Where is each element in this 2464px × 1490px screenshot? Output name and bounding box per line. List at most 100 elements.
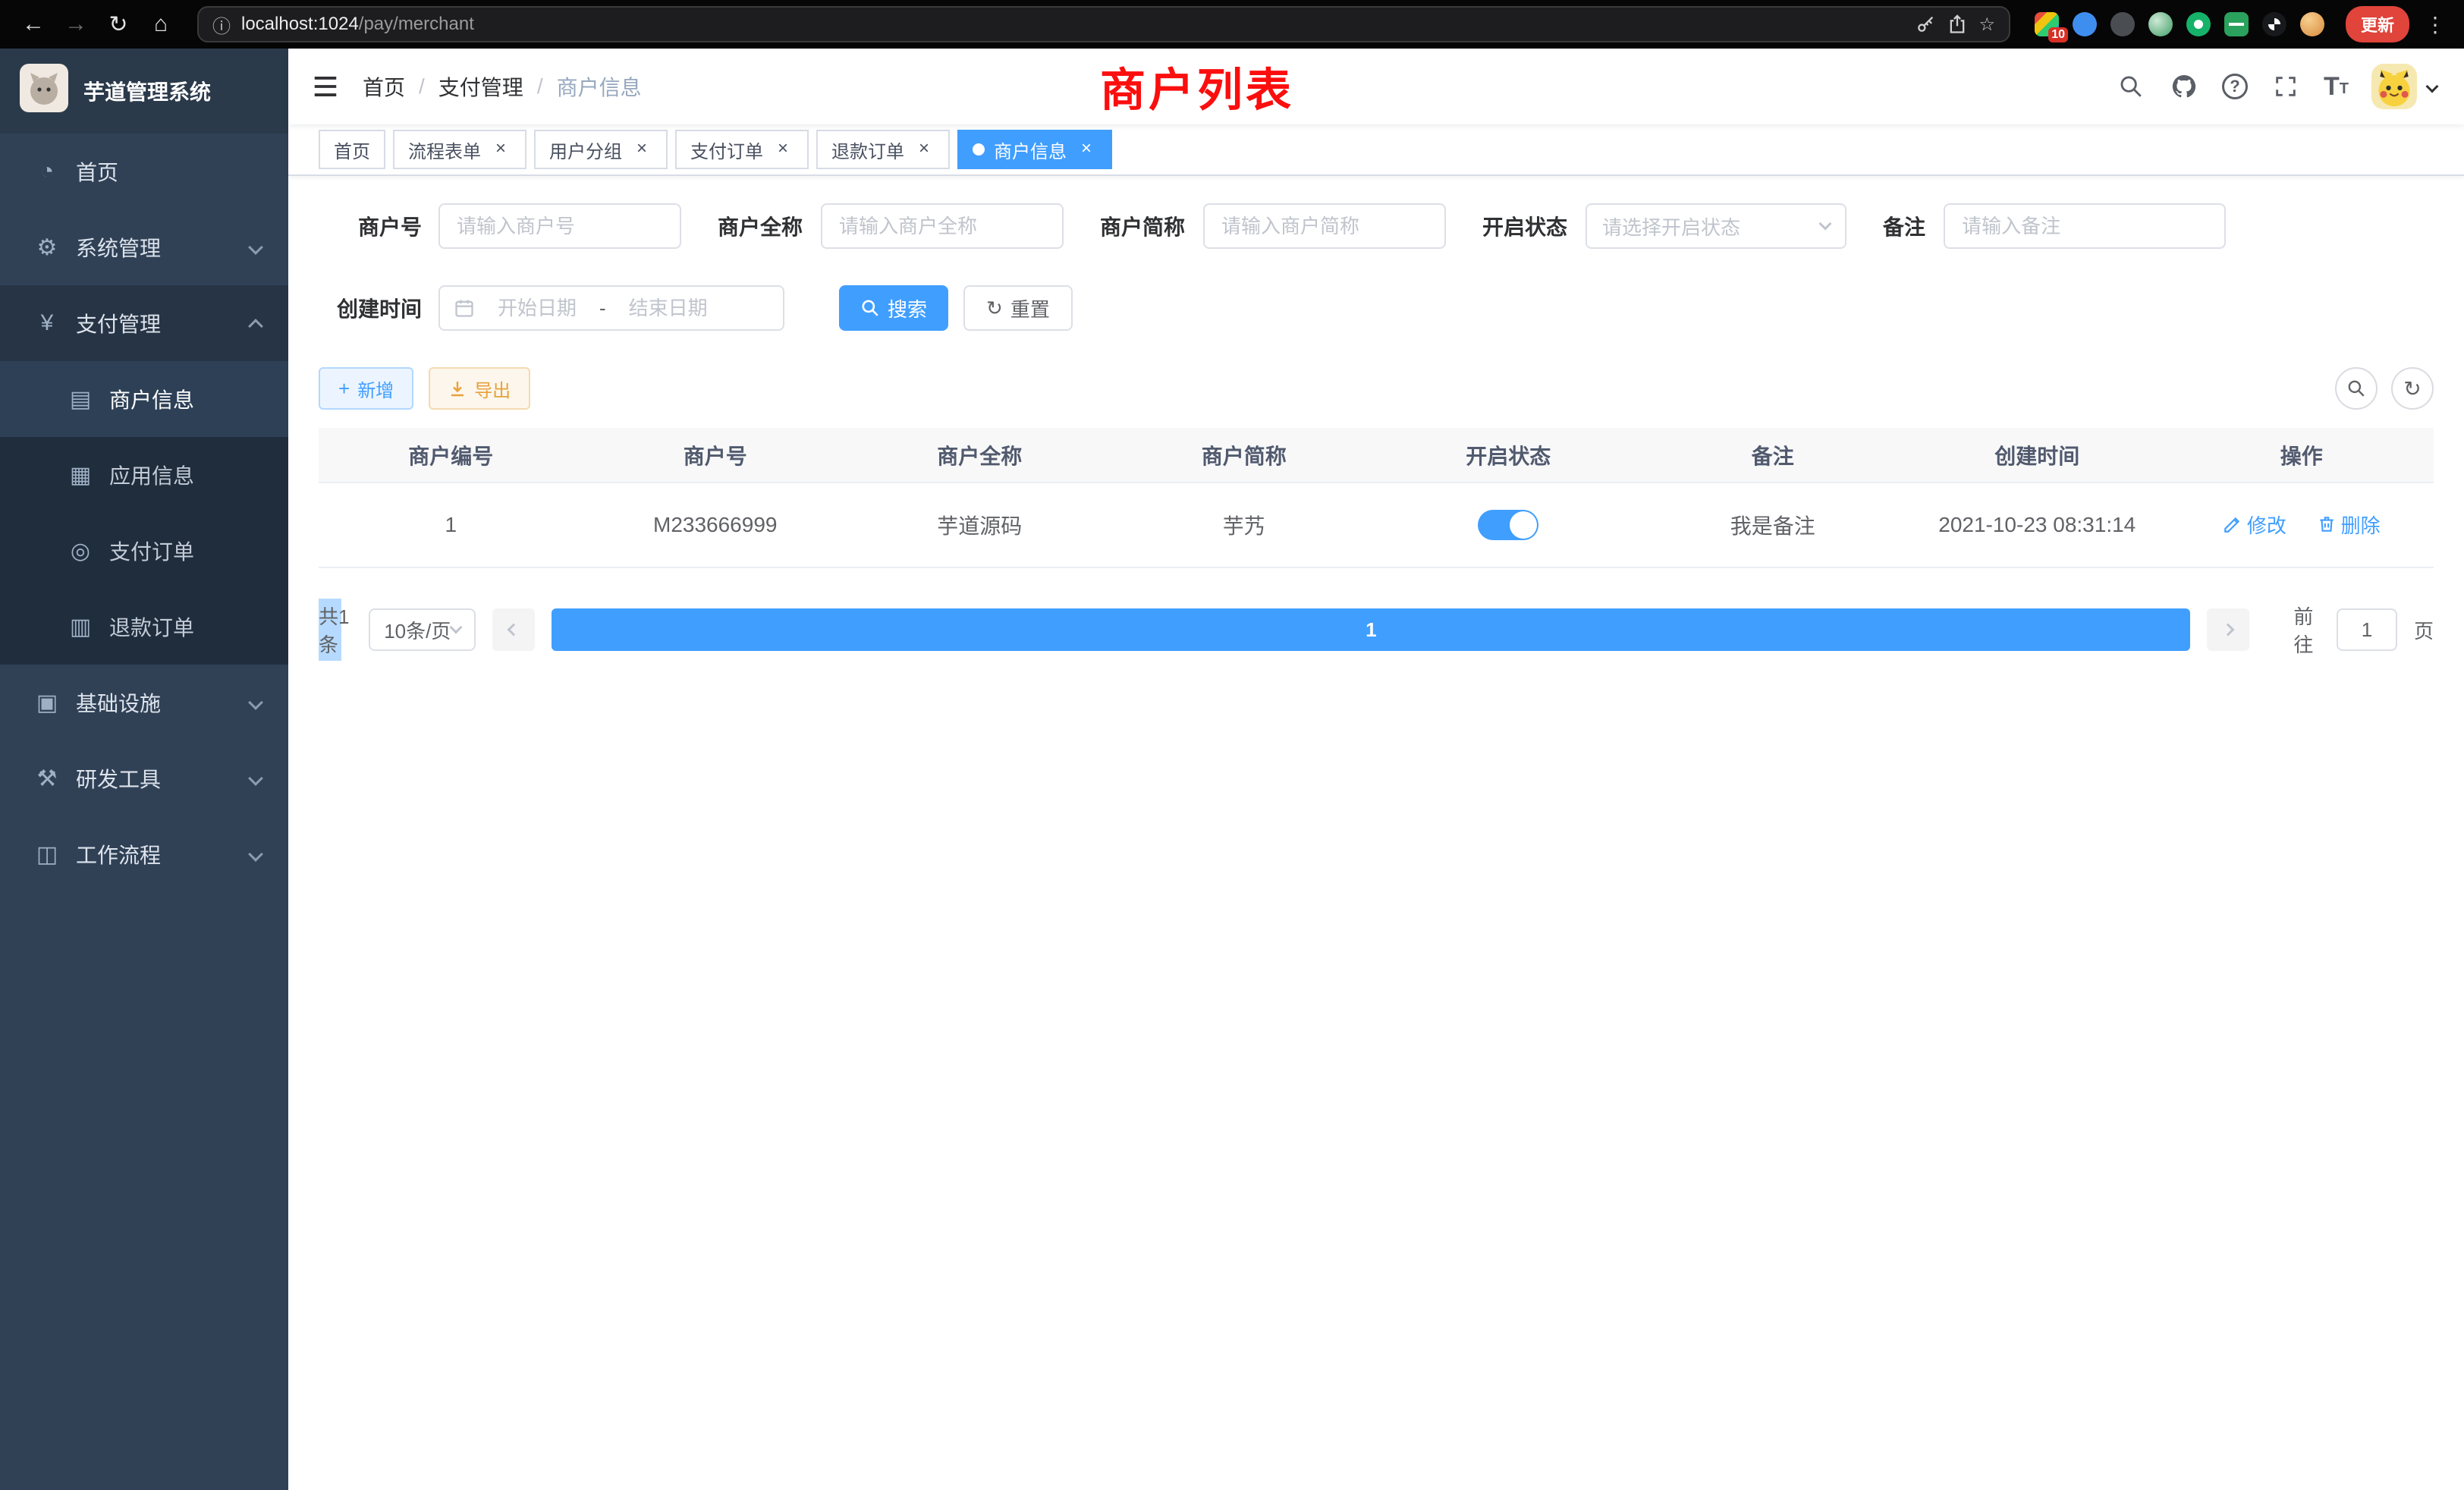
yen-icon: ¥ xyxy=(30,310,64,336)
sidebar-item-infrastructure[interactable]: ▣ 基础设施 xyxy=(0,665,288,740)
page-size-select[interactable]: 10条/页 xyxy=(369,608,476,651)
filter-form-row-2: 创建时间 - 搜 xyxy=(319,285,2434,331)
search-button[interactable]: 搜索 xyxy=(839,285,948,331)
font-size-icon[interactable]: TT xyxy=(2324,74,2349,99)
browser-forward-icon[interactable]: → xyxy=(58,6,94,42)
table-header-row: 商户编号 商户号 商户全称 商户简称 开启状态 备注 创建时间 操作 xyxy=(319,428,2434,483)
breadcrumb-separator: / xyxy=(537,74,543,99)
status-toggle[interactable] xyxy=(1478,510,1538,540)
delete-link[interactable]: 删除 xyxy=(2317,511,2381,539)
breadcrumb-payment[interactable]: 支付管理 xyxy=(438,71,523,102)
extension-icon-4[interactable] xyxy=(2148,12,2173,36)
profile-avatar-icon[interactable] xyxy=(2300,12,2324,36)
user-avatar-menu[interactable] xyxy=(2371,64,2437,109)
sidebar-item-dev-tools[interactable]: ⚒ 研发工具 xyxy=(0,740,288,816)
breadcrumb: 首页 / 支付管理 / 商户信息 xyxy=(363,71,642,102)
address-bar[interactable]: ⓘ localhost:1024/pay/merchant ☆ xyxy=(197,6,2010,42)
sidebar-fold-icon[interactable] xyxy=(288,72,363,101)
sidebar-item-pay-order[interactable]: ◎ 支付订单 xyxy=(0,513,288,589)
chevron-up-icon xyxy=(248,319,263,334)
close-icon[interactable] xyxy=(490,139,511,160)
sidebar: 芋道管理系统 ◔ 首页 ⚙ 系统管理 ¥ 支付管理 ▤ 商户信息 xyxy=(0,49,288,1490)
browser-menu-icon[interactable]: ⋮ xyxy=(2422,12,2449,37)
export-button-label: 导出 xyxy=(474,376,511,402)
end-date-input[interactable] xyxy=(612,297,724,320)
extension-badge: 10 xyxy=(2048,27,2068,42)
status-field: 开启状态 请选择开启状态 xyxy=(1482,203,1846,249)
extension-icon-3[interactable] xyxy=(2110,12,2135,36)
page-number-button[interactable]: 1 xyxy=(552,608,2190,651)
page-annotation: 商户列表 xyxy=(1100,54,1294,120)
export-button[interactable]: 导出 xyxy=(429,367,530,410)
id-card-icon: ▤ xyxy=(64,386,97,413)
sidebar-item-refund-order[interactable]: ▥ 退款订单 xyxy=(0,589,288,665)
extension-icon-7[interactable] xyxy=(2262,12,2286,36)
sidebar-item-home[interactable]: ◔ 首页 xyxy=(0,134,288,209)
breadcrumb-home[interactable]: 首页 xyxy=(363,71,405,102)
sidebar-item-system[interactable]: ⚙ 系统管理 xyxy=(0,209,288,285)
toggle-search-button[interactable] xyxy=(2335,367,2378,410)
search-icon[interactable] xyxy=(2116,71,2146,102)
table-tools: ↻ xyxy=(2335,367,2434,410)
browser-back-icon[interactable]: ← xyxy=(15,6,52,42)
next-page-button[interactable] xyxy=(2207,608,2249,651)
site-info-icon[interactable]: ⓘ xyxy=(212,11,231,38)
dashboard-icon: ◔ xyxy=(30,159,64,184)
tab-refund-order[interactable]: 退款订单 xyxy=(816,130,950,169)
help-icon[interactable]: ? xyxy=(2222,74,2248,99)
sidebar-item-merchant-info[interactable]: ▤ 商户信息 xyxy=(0,361,288,437)
chevron-right-icon xyxy=(2222,624,2235,637)
column-header: 商户全称 xyxy=(847,428,1112,483)
short-name-input[interactable] xyxy=(1203,203,1446,249)
tab-pay-order[interactable]: 支付订单 xyxy=(675,130,809,169)
sidebar-item-payment[interactable]: ¥ 支付管理 xyxy=(0,285,288,361)
share-icon[interactable] xyxy=(1947,14,1968,35)
close-icon[interactable] xyxy=(1076,139,1097,160)
reset-button[interactable]: ↻ 重置 xyxy=(963,285,1073,331)
logo-area[interactable]: 芋道管理系统 xyxy=(0,49,288,134)
prev-page-button[interactable] xyxy=(492,608,535,651)
extension-icon-1[interactable]: 10 xyxy=(2035,12,2059,36)
extension-icon-6[interactable] xyxy=(2224,12,2249,36)
sidebar-item-workflow[interactable]: ◫ 工作流程 xyxy=(0,816,288,892)
extension-icon-5[interactable] xyxy=(2186,12,2211,36)
close-icon[interactable] xyxy=(772,139,794,160)
full-name-input[interactable] xyxy=(821,203,1064,249)
remark-input[interactable] xyxy=(1944,203,2226,249)
browser-update-button[interactable]: 更新 xyxy=(2346,6,2409,42)
full-name-field: 商户全称 xyxy=(718,203,1064,249)
browser-home-icon[interactable]: ⌂ xyxy=(143,6,179,42)
close-icon[interactable] xyxy=(913,139,935,160)
sidebar-item-label: 系统管理 xyxy=(76,232,161,262)
tab-user-group[interactable]: 用户分组 xyxy=(534,130,668,169)
cell-remark: 我是备注 xyxy=(1641,483,1906,567)
tab-home[interactable]: 首页 xyxy=(319,130,385,169)
breadcrumb-separator: / xyxy=(419,74,425,99)
chevron-left-icon xyxy=(508,624,520,637)
add-button[interactable]: + 新增 xyxy=(319,367,413,410)
sidebar-item-label: 商户信息 xyxy=(109,384,194,414)
edit-link[interactable]: 修改 xyxy=(2223,511,2286,539)
fullscreen-icon[interactable] xyxy=(2271,71,2301,102)
goto-page-input[interactable] xyxy=(2337,608,2397,651)
start-date-input[interactable] xyxy=(481,297,593,320)
tab-process-form[interactable]: 流程表单 xyxy=(393,130,526,169)
status-select[interactable]: 请选择开启状态 xyxy=(1586,203,1846,249)
github-icon[interactable] xyxy=(2169,71,2199,102)
payment-submenu: ▤ 商户信息 ▦ 应用信息 ◎ 支付订单 ▥ 退款订单 xyxy=(0,361,288,665)
column-header: 操作 xyxy=(2170,428,2434,483)
filter-form-row-1: 商户号 商户全称 商户简称 开启状态 请选择开启状态 xyxy=(319,203,2434,249)
merchant-no-input[interactable] xyxy=(438,203,681,249)
total-count: 共1条 xyxy=(319,599,352,661)
url-text: localhost:1024/pay/merchant xyxy=(241,14,474,35)
refresh-table-button[interactable]: ↻ xyxy=(2391,367,2434,410)
browser-reload-icon[interactable]: ↻ xyxy=(100,6,137,42)
tab-merchant-info[interactable]: 商户信息 xyxy=(957,130,1112,169)
sidebar-item-app-info[interactable]: ▦ 应用信息 xyxy=(0,437,288,513)
extension-icon-2[interactable] xyxy=(2073,12,2097,36)
create-time-range-picker[interactable]: - xyxy=(438,285,784,331)
close-icon[interactable] xyxy=(631,139,652,160)
avatar[interactable] xyxy=(2371,64,2417,109)
bookmark-star-icon[interactable]: ☆ xyxy=(1978,14,1995,36)
password-key-icon[interactable] xyxy=(1915,14,1936,35)
